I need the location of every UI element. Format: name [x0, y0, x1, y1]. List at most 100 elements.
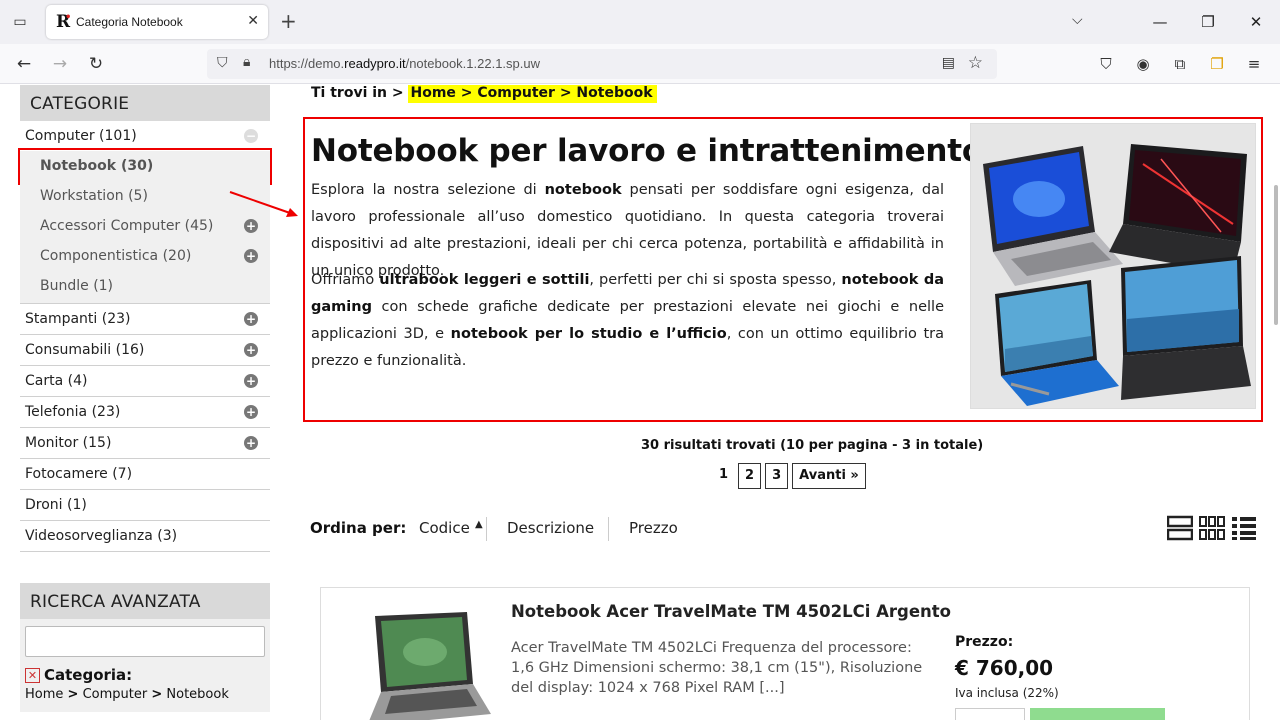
grid-view-icon[interactable]	[1199, 515, 1225, 541]
extensions-icon[interactable]: ⧉	[1168, 52, 1192, 76]
sort-divider	[486, 517, 487, 541]
results-count: 30 risultati trovati (10 per pagina - 3 …	[641, 438, 984, 453]
categories-heading: CATEGORIE	[20, 85, 270, 121]
highlight-box	[18, 148, 272, 185]
reload-icon[interactable]: ↻	[84, 52, 108, 76]
extension-icon[interactable]: ❐	[1205, 52, 1229, 76]
category-telefonia[interactable]: Telefonia (23) +	[20, 397, 270, 428]
intro-p2-run-0: Offriamo	[311, 272, 380, 288]
breadcrumb-prefix: Ti trovi in >	[311, 85, 404, 101]
intro-p2-run-5: notebook per lo studio e l’ufficio	[450, 326, 727, 342]
vat-note: Iva inclusa (22%)	[955, 686, 1059, 700]
site-favicon-icon: R •	[56, 12, 72, 32]
compact-list-view-icon[interactable]	[1231, 515, 1257, 541]
sort-asc-icon: ▲	[475, 519, 483, 530]
add-to-cart-button[interactable]	[1030, 708, 1165, 720]
expand-icon[interactable]: +	[244, 374, 258, 388]
url-text[interactable]: https://demo.readypro.it/notebook.1.22.1…	[269, 56, 540, 71]
expand-icon[interactable]: +	[244, 343, 258, 357]
category-computer[interactable]: Computer (101) −	[20, 121, 270, 151]
category-intro: Notebook per lavoro e intrattenimento Es…	[303, 117, 1263, 422]
intro-p2-run-2: , perfetti per chi si sposta spesso,	[589, 272, 842, 288]
browser-tab[interactable]: R • Categoria Notebook ✕	[46, 5, 268, 39]
filter-crumb-computer[interactable]: Computer	[83, 687, 148, 702]
url-bar[interactable]: ⛉ 🔒︎ https://demo.readypro.it/notebook.1…	[207, 49, 997, 79]
close-window-icon[interactable]: ✕	[1232, 0, 1280, 44]
advanced-search-panel: ✕ Categoria: Home > Computer > Notebook	[20, 619, 270, 712]
quantity-input[interactable]	[955, 708, 1025, 720]
expand-icon[interactable]: +	[244, 405, 258, 419]
next-page-button[interactable]: Avanti »	[792, 463, 866, 489]
filter-crumb-home[interactable]: Home	[25, 687, 63, 702]
sort-by-price[interactable]: Prezzo	[629, 519, 678, 537]
category-monitor[interactable]: Monitor (15) +	[20, 428, 270, 459]
collapse-icon[interactable]: −	[244, 129, 258, 143]
toolbar-icons: ⛉ ◉ ⧉ ❐ ≡	[1094, 52, 1266, 76]
lock-icon[interactable]: 🔒︎	[243, 54, 250, 70]
product-price: € 760,00	[955, 656, 1054, 680]
subcategory-componentistica[interactable]: Componentistica (20) +	[20, 241, 270, 271]
pocket-icon[interactable]: ⛉	[1094, 52, 1118, 76]
bookmark-star-icon[interactable]: ☆	[968, 53, 983, 73]
sort-label: Ordina per:	[310, 519, 407, 537]
expand-icon[interactable]: +	[244, 436, 258, 450]
sidebar: CATEGORIE Computer (101) − Notebook (30)…	[18, 85, 272, 712]
expand-icon[interactable]: +	[244, 219, 258, 233]
account-icon[interactable]: ◉	[1131, 52, 1155, 76]
restore-icon[interactable]: ❐	[1184, 0, 1232, 44]
subcategory-bundle[interactable]: Bundle (1)	[20, 271, 270, 304]
menu-icon[interactable]: ≡	[1242, 52, 1266, 76]
category-filter-label: Categoria:	[44, 666, 133, 684]
tab-list-icon[interactable]: ▭	[8, 10, 32, 34]
category-filter: ✕ Categoria:	[25, 666, 265, 684]
expand-icon[interactable]: +	[244, 312, 258, 326]
intro-paragraph-2: Offriamo ultrabook leggeri e sottili, pe…	[311, 267, 944, 375]
expand-icon[interactable]: +	[244, 249, 258, 263]
tab-title: Categoria Notebook	[76, 15, 183, 29]
advanced-search: RICERCA AVANZATA ✕ Categoria: Home > Com…	[20, 583, 270, 712]
subcategory-notebook[interactable]: Notebook (30)	[18, 148, 272, 185]
sort-by-description[interactable]: Descrizione	[507, 519, 594, 537]
breadcrumb-path[interactable]: Home > Computer > Notebook	[408, 85, 657, 103]
category-fotocamere[interactable]: Fotocamere (7)	[20, 459, 270, 490]
page-title: Notebook per lavoro e intrattenimento	[311, 133, 984, 169]
new-tab-icon[interactable]: +	[280, 10, 297, 32]
product-name[interactable]: Notebook Acer TravelMate TM 4502LCi Arge…	[511, 602, 951, 621]
category-consumabili[interactable]: Consumabili (16) +	[20, 335, 270, 366]
sort-bar: Ordina per: Codice ▲ Descrizione Prezzo	[310, 517, 990, 541]
scrollbar[interactable]	[1274, 185, 1278, 325]
intro-p1-run-0: Esplora la nostra selezione di	[311, 182, 545, 198]
tab-close-icon[interactable]: ✕	[247, 13, 259, 29]
category-carta[interactable]: Carta (4) +	[20, 366, 270, 397]
category-droni[interactable]: Droni (1)	[20, 490, 270, 521]
filter-crumb-notebook[interactable]: Notebook	[166, 687, 228, 702]
shield-icon[interactable]: ⛉	[217, 55, 228, 71]
page-3[interactable]: 3	[765, 463, 789, 489]
browser-tab-bar: ▭ R • Categoria Notebook ✕ + ⌵ — ❐ ✕	[0, 0, 1280, 44]
sort-by-code[interactable]: Codice	[419, 519, 470, 537]
remove-filter-icon[interactable]: ✕	[25, 667, 40, 683]
category-list: Computer (101) − Notebook (30) Workstati…	[18, 121, 272, 552]
page-1[interactable]: 1	[713, 463, 734, 489]
category-stampanti[interactable]: Stampanti (23) +	[20, 304, 270, 335]
annotation-arrow-icon	[229, 191, 298, 217]
breadcrumb: Ti trovi in > Home > Computer > Notebook	[311, 85, 657, 103]
window-controls: — ❐ ✕	[1136, 0, 1280, 44]
minimize-icon[interactable]: —	[1136, 0, 1184, 44]
page-2[interactable]: 2	[738, 463, 762, 489]
product-description: Acer TravelMate TM 4502LCi Frequenza del…	[511, 640, 923, 696]
intro-p1-run-1: notebook	[544, 182, 622, 198]
pagination: 1 2 3 Avanti »	[713, 463, 866, 489]
category-videosorveglianza[interactable]: Videosorveglianza (3)	[20, 521, 270, 552]
chevron-down-icon[interactable]: ⌵	[1072, 12, 1083, 28]
price-label: Prezzo:	[955, 634, 1014, 650]
reader-view-icon[interactable]: ▤	[942, 55, 955, 71]
sort-divider	[608, 517, 609, 541]
forward-icon[interactable]: →	[48, 52, 72, 76]
search-input[interactable]	[25, 626, 265, 657]
product-image[interactable]	[345, 608, 493, 720]
back-icon[interactable]: ←	[12, 52, 36, 76]
browser-nav-bar: ← → ↻ ⛉ 🔒︎ https://demo.readypro.it/note…	[0, 44, 1280, 84]
intro-p2-run-1: ultrabook leggeri e sottili	[379, 272, 590, 288]
list-view-icon[interactable]	[1167, 515, 1193, 541]
